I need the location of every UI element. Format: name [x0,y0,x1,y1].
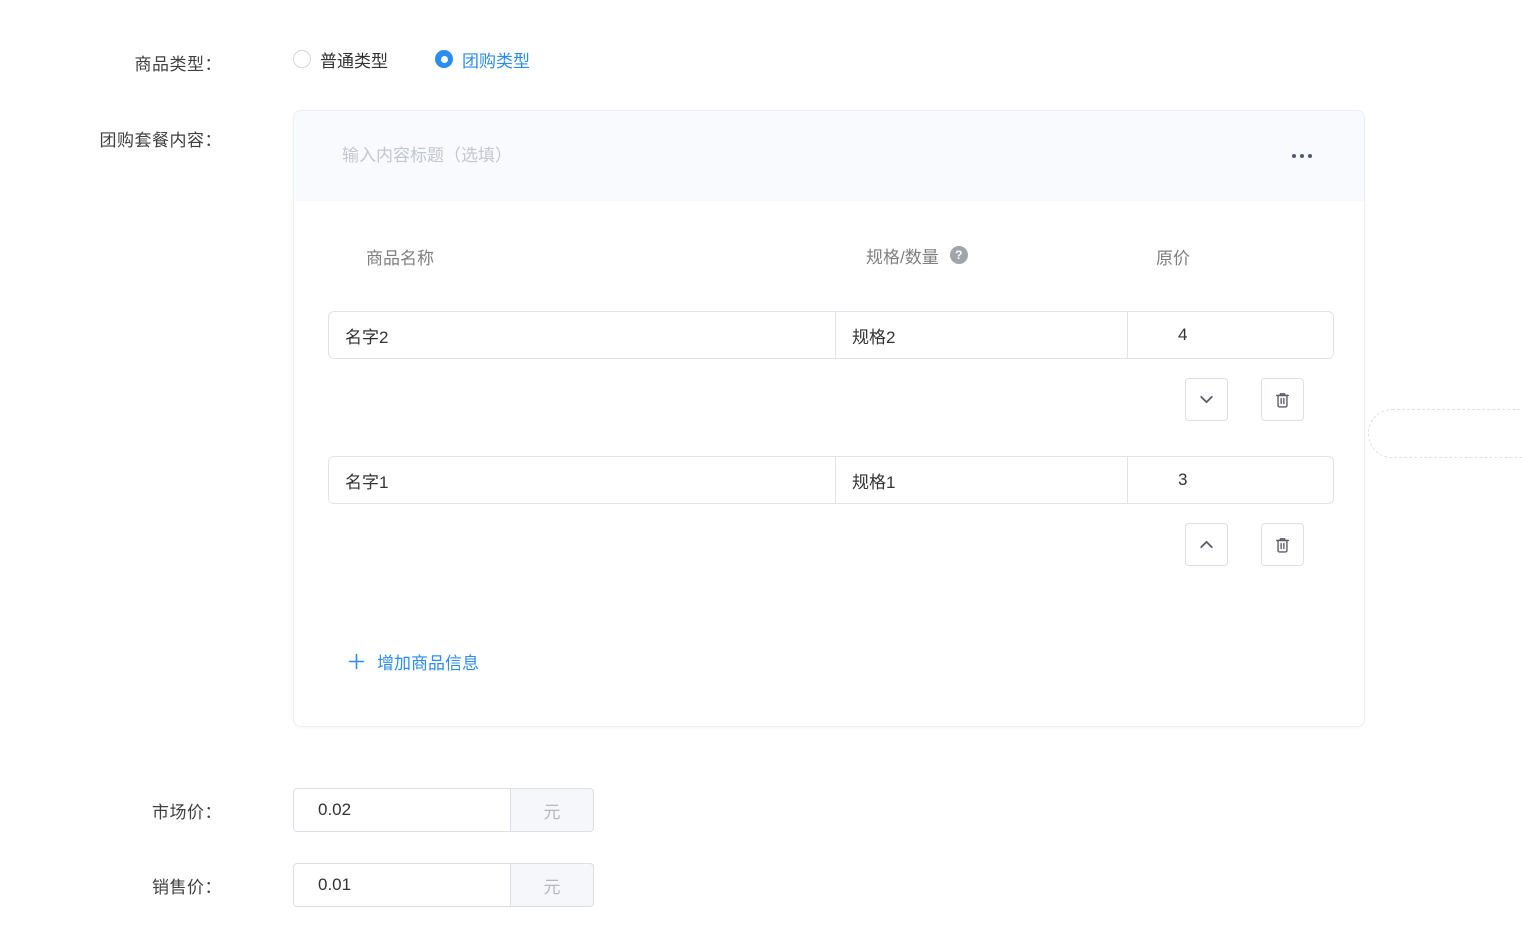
original-price-input[interactable] [1127,311,1334,359]
market-price-label: 市场价： [0,798,222,823]
add-product-label: 增加商品信息 [377,649,479,674]
market-price-row: 市场价： 元 [0,788,594,832]
package-content-label: 团购套餐内容： [0,126,222,151]
chevron-down-icon [1198,391,1215,408]
chevron-up-icon [1198,536,1215,553]
delete-row-button[interactable] [1261,523,1304,566]
product-name-input[interactable] [328,456,836,504]
package-panel-header [294,111,1364,201]
header-spec-quantity: 规格/数量 ? [836,244,1129,266]
radio-checked-icon [435,50,453,68]
radio-normal-type-label: 普通类型 [320,47,388,72]
radio-group-buy-type[interactable]: 团购类型 [435,47,530,72]
table-row [328,456,1334,504]
header-spec-quantity-text: 规格/数量 [866,243,939,268]
trash-icon [1274,391,1291,409]
add-product-button[interactable]: 增加商品信息 [348,649,479,674]
table-header-row: 商品名称 规格/数量 ? 原价 [328,244,1335,266]
sale-price-unit: 元 [511,863,594,907]
table-row [328,311,1334,359]
market-price-unit: 元 [511,788,594,832]
delete-row-button[interactable] [1261,378,1304,421]
package-title-input[interactable] [342,146,1290,166]
sale-price-row: 销售价： 元 [0,863,594,907]
ellipsis-icon[interactable] [1290,148,1314,164]
radio-normal-type[interactable]: 普通类型 [293,47,388,72]
move-up-button[interactable] [1185,523,1228,566]
row-actions [1185,378,1304,421]
header-original-price: 原价 [1129,244,1335,266]
header-product-name: 商品名称 [328,244,836,266]
product-name-input[interactable] [328,311,836,359]
original-price-input[interactable] [1127,456,1334,504]
product-type-label: 商品类型： [0,50,222,75]
spec-quantity-input[interactable] [835,311,1128,359]
radio-unchecked-icon [293,50,311,68]
move-down-button[interactable] [1185,378,1228,421]
plus-icon [348,653,365,670]
radio-group-buy-type-label: 团购类型 [462,47,530,72]
sale-price-label: 销售价： [0,873,222,898]
drag-placeholder-box [1368,409,1522,458]
sale-price-input[interactable] [293,863,511,907]
question-circle-icon[interactable]: ? [950,246,968,264]
row-actions [1185,523,1304,566]
package-panel: 商品名称 规格/数量 ? 原价 [293,110,1365,727]
product-type-radio-group: 普通类型 团购类型 [293,46,530,72]
market-price-input[interactable] [293,788,511,832]
spec-quantity-input[interactable] [835,456,1128,504]
trash-icon [1274,536,1291,554]
